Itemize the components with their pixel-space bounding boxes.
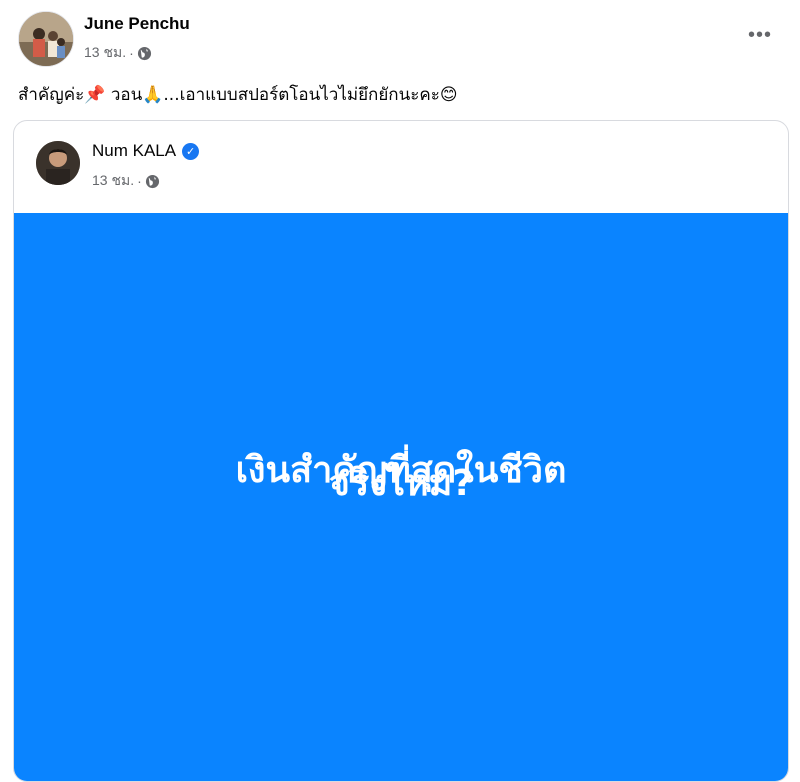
author-name[interactable]: June Penchu <box>84 14 190 34</box>
avatar-photo <box>19 12 73 66</box>
shared-post-meta: 13 ชม. · <box>92 170 160 192</box>
post-meta: 13 ชม. · <box>84 42 152 64</box>
post-time[interactable]: 13 ชม. <box>84 42 126 64</box>
text-post-line-2: จริงไหม? <box>328 463 474 504</box>
text-post-background[interactable]: เงินสำคัญที่สุดในชีวิต จริงไหม? <box>14 213 788 781</box>
meta-separator: · <box>137 173 142 189</box>
facebook-post: June Penchu 13 ชม. · ••• สำคัญค่ะ📌 วอน🙏.… <box>0 0 800 782</box>
author-avatar[interactable] <box>18 11 74 67</box>
shared-author-name[interactable]: Num KALA <box>92 141 176 161</box>
globe-icon[interactable] <box>137 46 152 61</box>
meta-separator: · <box>129 45 134 61</box>
post-caption: สำคัญค่ะ📌 วอน🙏...เอาแบบสปอร์ตโอนไวไม่ยึก… <box>18 85 458 105</box>
more-options-button[interactable]: ••• <box>742 20 778 50</box>
globe-icon[interactable] <box>145 174 160 189</box>
shared-post-card[interactable]: Num KALA ✓ 13 ชม. · เงินสำคัญที่สุดในชีว… <box>13 120 789 782</box>
avatar-photo <box>36 141 80 185</box>
shared-author: Num KALA ✓ <box>92 141 200 161</box>
shared-post-time[interactable]: 13 ชม. <box>92 170 134 192</box>
shared-author-avatar[interactable] <box>36 141 80 185</box>
verified-badge-icon: ✓ <box>182 142 200 160</box>
